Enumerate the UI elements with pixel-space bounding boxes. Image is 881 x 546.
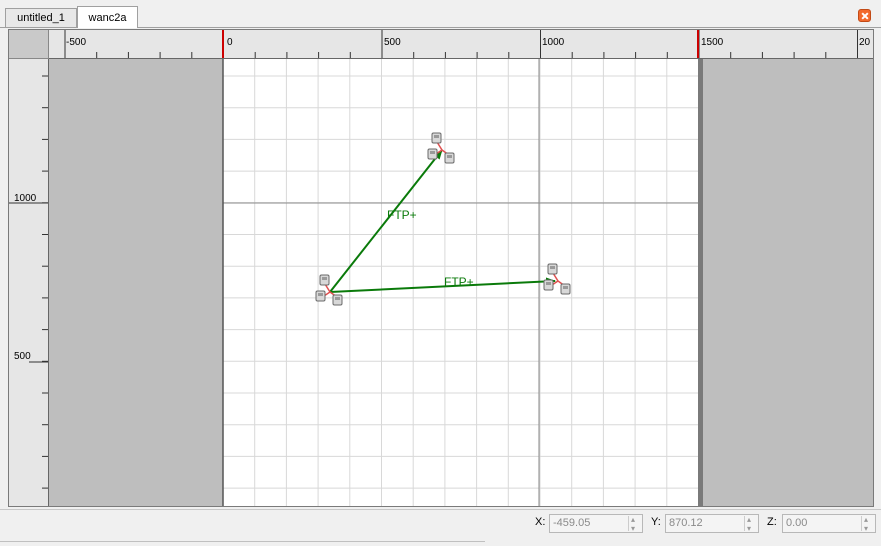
y-coordinate-value: 870.12 — [669, 517, 703, 529]
z-coordinate-spinbox[interactable]: 0.00 — [782, 511, 876, 537]
horizontal-ruler: -500 0 500 1000 1500 20 — [49, 30, 873, 59]
spin-arrows-icon[interactable] — [861, 511, 874, 537]
bottom-divider — [0, 541, 485, 544]
h-ruler-label: 1500 — [701, 37, 724, 48]
tab-wanc2a[interactable]: wanc2a — [77, 6, 138, 28]
v-ruler-label: 1000 — [14, 193, 37, 204]
h-ruler-label: 0 — [227, 37, 233, 48]
z-coordinate-value: 0.00 — [786, 517, 808, 529]
x-coordinate-value: -459.05 — [553, 517, 591, 529]
tab-untitled-1[interactable]: untitled_1 — [5, 8, 77, 27]
link-label: FTP+ — [387, 208, 417, 222]
h-ruler-label: 500 — [384, 37, 401, 48]
h-ruler-label: 1000 — [542, 37, 565, 48]
network-canvas[interactable]: FTP+ FTP+ — [49, 59, 873, 506]
h-ruler-label: 20 — [859, 37, 871, 48]
z-label: Z: — [767, 516, 777, 528]
x-coordinate-spinbox[interactable]: -459.05 — [549, 511, 643, 537]
work-boundary-right — [698, 59, 703, 506]
y-label: Y: — [651, 516, 661, 528]
ruler-corner — [9, 30, 49, 59]
link-label: FTP+ — [444, 275, 474, 289]
close-icon[interactable] — [858, 9, 871, 22]
spin-arrows-icon[interactable] — [628, 511, 641, 537]
v-ruler-label: 500 — [14, 351, 31, 362]
vertical-ruler-svg: 1000 500 — [9, 75, 48, 489]
vertical-ruler: 1000 500 — [9, 59, 49, 506]
y-coordinate-spinbox[interactable]: 870.12 — [665, 511, 759, 537]
h-ruler-label: -500 — [66, 37, 86, 48]
canvas-svg[interactable]: FTP+ FTP+ — [49, 59, 873, 506]
horizontal-ruler-svg: -500 0 500 1000 1500 20 — [64, 30, 871, 58]
x-label: X: — [535, 516, 546, 528]
tab-bar: untitled_1 wanc2a — [0, 0, 881, 28]
spin-arrows-icon[interactable] — [744, 511, 757, 537]
